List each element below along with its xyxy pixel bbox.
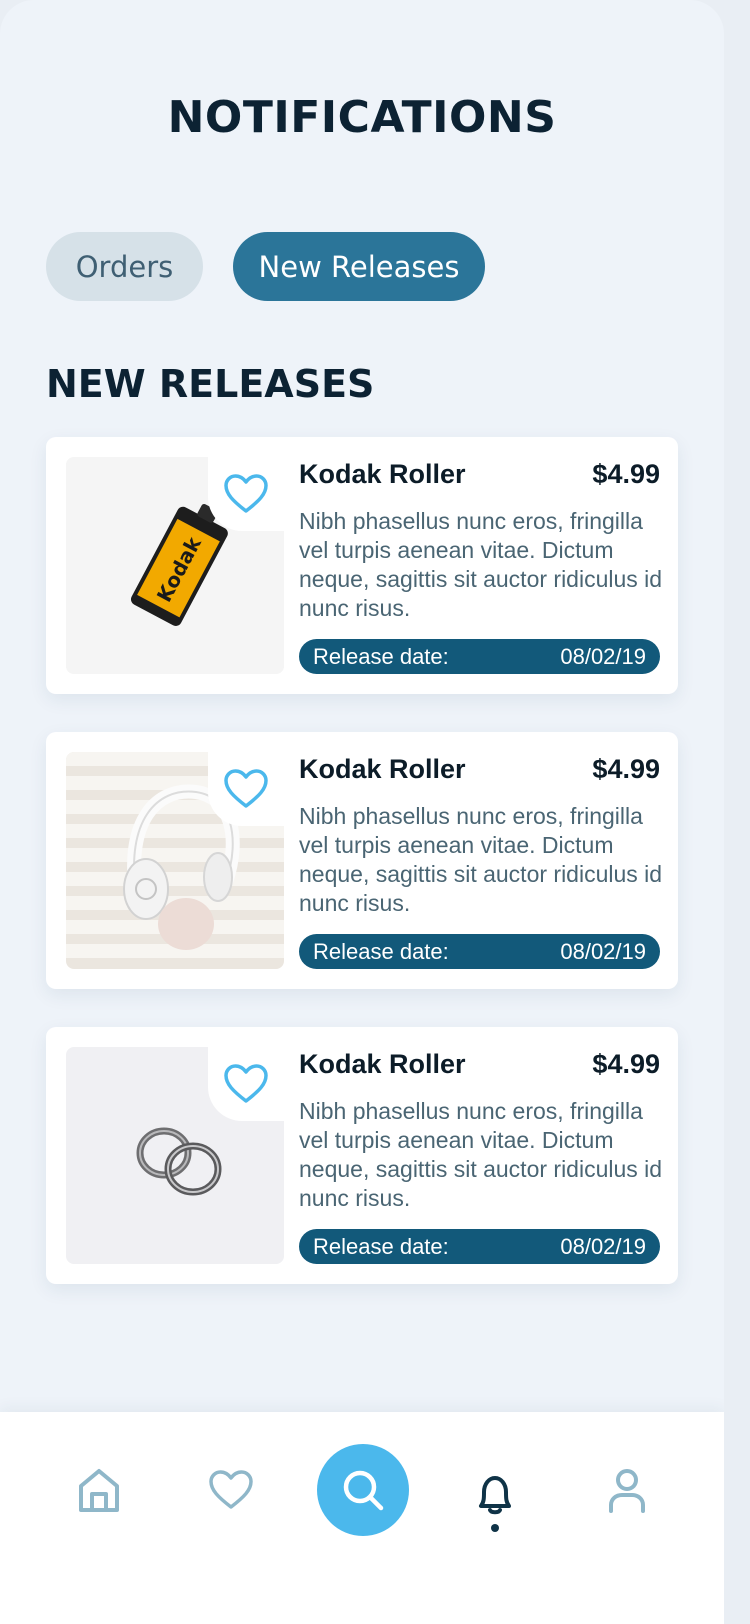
product-price: $4.99 — [592, 459, 660, 489]
release-date-bar: Release date: 08/02/19 — [299, 1229, 660, 1264]
nav-search-button[interactable] — [317, 1444, 409, 1536]
section-title: NEW RELEASES — [46, 362, 375, 406]
release-date-value: 08/02/19 — [560, 938, 646, 964]
product-description: Nibh phasellus nunc eros, fringilla vel … — [299, 508, 663, 621]
bottom-navigation — [0, 1412, 724, 1624]
release-date-value: 08/02/19 — [560, 1233, 646, 1259]
release-card[interactable]: Kodak Roller $4.99 Nibh phasellus nunc e… — [46, 732, 678, 989]
favorite-button[interactable] — [208, 457, 284, 531]
nav-favorites[interactable] — [202, 1464, 260, 1516]
active-indicator — [491, 1524, 499, 1532]
user-icon — [609, 1469, 645, 1513]
page-title: NOTIFICATIONS — [167, 92, 557, 143]
product-name: Kodak Roller — [299, 459, 466, 489]
home-icon — [79, 1469, 119, 1512]
release-card[interactable]: Kodak Kodak Roller $4.99 Nibh phasellus … — [46, 437, 678, 694]
release-date-bar: Release date: 08/02/19 — [299, 934, 660, 969]
release-card[interactable]: Kodak Roller $4.99 Nibh phasellus nunc e… — [46, 1027, 678, 1284]
heart-icon — [224, 769, 268, 808]
heart-icon — [224, 474, 268, 513]
release-date-label: Release date: — [313, 938, 449, 964]
product-description: Nibh phasellus nunc eros, fringilla vel … — [299, 803, 663, 916]
bell-icon — [479, 1476, 511, 1515]
nav-profile[interactable] — [598, 1464, 656, 1516]
heart-icon — [224, 1064, 268, 1103]
tab-orders[interactable]: Orders — [46, 232, 203, 301]
release-date-label: Release date: — [313, 643, 449, 669]
release-date-label: Release date: — [313, 1233, 449, 1259]
release-date-bar: Release date: 08/02/19 — [299, 639, 660, 674]
product-price: $4.99 — [592, 754, 660, 784]
favorite-button[interactable] — [208, 752, 284, 826]
product-name: Kodak Roller — [299, 754, 466, 784]
search-icon — [343, 1470, 384, 1511]
nav-notifications[interactable] — [466, 1464, 524, 1532]
product-price: $4.99 — [592, 1049, 660, 1079]
nav-home[interactable] — [70, 1464, 128, 1516]
product-description: Nibh phasellus nunc eros, fringilla vel … — [299, 1098, 663, 1211]
tab-new-releases[interactable]: New Releases — [233, 232, 485, 301]
release-date-value: 08/02/19 — [560, 643, 646, 669]
notifications-screen: NOTIFICATIONS Orders New Releases NEW RE… — [0, 0, 724, 1624]
heart-icon — [209, 1470, 253, 1509]
favorite-button[interactable] — [208, 1047, 284, 1121]
product-name: Kodak Roller — [299, 1049, 466, 1079]
